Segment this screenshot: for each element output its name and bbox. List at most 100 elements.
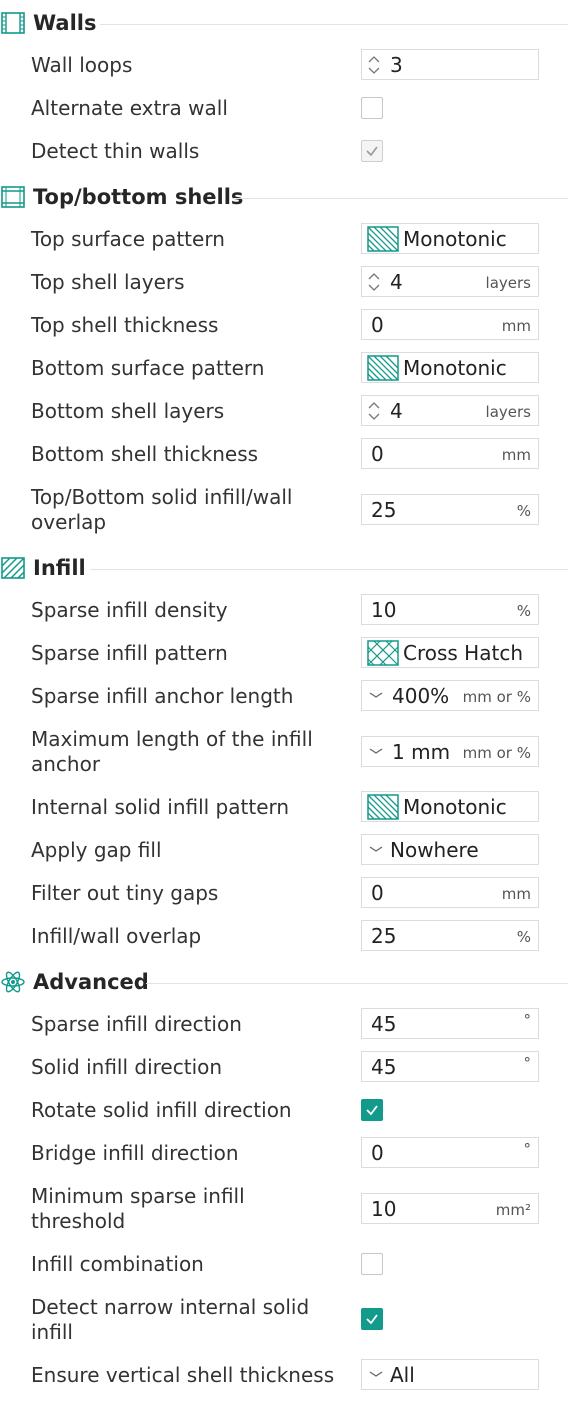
- wall-loops-input[interactable]: 3: [361, 49, 539, 80]
- gap-fill-label: Apply gap fill: [31, 838, 162, 862]
- section-shells: Top/bottom shells: [0, 176, 568, 216]
- top-surface-pattern-select[interactable]: Monotonic: [361, 223, 539, 254]
- solid-overlap-input[interactable]: 25 %: [361, 494, 539, 525]
- section-divider: [146, 983, 568, 984]
- section-advanced: Advanced: [0, 961, 568, 1001]
- sparse-direction-value: 45: [371, 1012, 397, 1036]
- solid-direction-input[interactable]: 45 °: [361, 1051, 539, 1082]
- bottom-surface-pattern-value: Monotonic: [403, 356, 507, 380]
- bridge-direction-label: Bridge infill direction: [31, 1141, 239, 1165]
- section-walls: Walls: [0, 2, 568, 42]
- bottom-shell-layers-value: 4: [390, 399, 403, 423]
- detect-narrow-label-line2: infill: [31, 1320, 73, 1344]
- top-shell-thickness-value: 0: [371, 313, 384, 337]
- detect-thin-walls-label: Detect thin walls: [31, 139, 200, 163]
- section-title-advanced: Advanced: [33, 970, 149, 994]
- max-anchor-combo[interactable]: 1 mm mm or %: [361, 736, 539, 767]
- monotonic-pattern-icon: [367, 355, 399, 381]
- bottom-surface-pattern-label: Bottom surface pattern: [31, 356, 265, 380]
- sparse-direction-input[interactable]: 45 °: [361, 1008, 539, 1039]
- detect-narrow-solid-checkbox[interactable]: [361, 1308, 383, 1330]
- sparse-density-input[interactable]: 10 %: [361, 594, 539, 625]
- top-surface-pattern-value: Monotonic: [403, 227, 507, 251]
- unit-label: °: [523, 1140, 532, 1158]
- section-title-infill: Infill: [33, 556, 86, 580]
- infill-wall-overlap-input[interactable]: 25 %: [361, 920, 539, 951]
- gap-fill-value: Nowhere: [390, 838, 479, 862]
- monotonic-pattern-icon: [367, 794, 399, 820]
- infill-combination-checkbox[interactable]: [361, 1253, 383, 1275]
- sparse-pattern-select[interactable]: Cross Hatch: [361, 637, 539, 668]
- spin-arrows-icon[interactable]: [367, 54, 381, 76]
- min-sparse-label-line2: threshold: [31, 1209, 126, 1233]
- chevron-down-icon[interactable]: [368, 743, 384, 759]
- internal-solid-pattern-value: Monotonic: [403, 795, 507, 819]
- chevron-down-icon[interactable]: [368, 1366, 384, 1382]
- detect-narrow-label-line1: Detect narrow internal solid: [31, 1295, 310, 1319]
- cross-hatch-pattern-icon: [367, 640, 399, 666]
- check-icon: [366, 1314, 378, 1325]
- bottom-shell-layers-input[interactable]: 4 layers: [361, 395, 539, 426]
- rotate-solid-checkbox[interactable]: [361, 1099, 383, 1121]
- walls-icon: [1, 12, 25, 34]
- bottom-shell-thickness-value: 0: [371, 442, 384, 466]
- max-anchor-value: 1 mm: [392, 740, 451, 764]
- infill-icon: [1, 557, 25, 579]
- unit-label: mm or %: [462, 688, 531, 706]
- vertical-shell-select[interactable]: All: [361, 1359, 539, 1390]
- wall-loops-label: Wall loops: [31, 53, 133, 77]
- section-divider: [100, 24, 568, 25]
- section-infill: Infill: [0, 547, 568, 587]
- infill-wall-overlap-value: 25: [371, 924, 397, 948]
- unit-label: mm²: [495, 1201, 531, 1219]
- solid-overlap-label-line1: Top/Bottom solid infill/wall: [31, 485, 293, 509]
- top-shell-thickness-label: Top shell thickness: [31, 313, 219, 337]
- unit-label: mm: [501, 317, 531, 335]
- chevron-down-icon[interactable]: [368, 841, 384, 857]
- shells-icon: [1, 186, 25, 208]
- bottom-shell-thickness-input[interactable]: 0 mm: [361, 438, 539, 469]
- unit-label: %: [516, 502, 531, 520]
- filter-gaps-input[interactable]: 0 mm: [361, 877, 539, 908]
- chevron-down-icon[interactable]: [368, 687, 384, 703]
- unit-label: mm or %: [462, 744, 531, 762]
- internal-solid-pattern-select[interactable]: Monotonic: [361, 791, 539, 822]
- unit-label: °: [523, 1011, 532, 1029]
- check-icon: [366, 146, 378, 157]
- solid-overlap-value: 25: [371, 498, 397, 522]
- top-shell-layers-label: Top shell layers: [31, 270, 185, 294]
- unit-label: °: [523, 1054, 532, 1072]
- max-anchor-label-line2: anchor: [31, 752, 101, 776]
- spin-arrows-icon[interactable]: [367, 271, 381, 293]
- internal-solid-pattern-label: Internal solid infill pattern: [31, 795, 290, 819]
- detect-thin-walls-checkbox[interactable]: [361, 140, 383, 162]
- monotonic-pattern-icon: [367, 226, 399, 252]
- filter-gaps-label: Filter out tiny gaps: [31, 881, 219, 905]
- unit-label: mm: [501, 446, 531, 464]
- bridge-direction-value: 0: [371, 1141, 384, 1165]
- min-sparse-threshold-input[interactable]: 10 mm²: [361, 1193, 539, 1224]
- bottom-shell-thickness-label: Bottom shell thickness: [31, 442, 259, 466]
- alternate-extra-wall-checkbox[interactable]: [361, 97, 383, 119]
- infill-wall-overlap-label: Infill/wall overlap: [31, 924, 202, 948]
- atom-icon: [1, 971, 25, 993]
- top-shell-thickness-input[interactable]: 0 mm: [361, 309, 539, 340]
- min-sparse-threshold-value: 10: [371, 1197, 397, 1221]
- bridge-direction-input[interactable]: 0 °: [361, 1137, 539, 1168]
- sparse-pattern-label: Sparse infill pattern: [31, 641, 228, 665]
- bottom-surface-pattern-select[interactable]: Monotonic: [361, 352, 539, 383]
- solid-direction-label: Solid infill direction: [31, 1055, 223, 1079]
- anchor-length-value: 400%: [392, 684, 450, 708]
- anchor-length-combo[interactable]: 400% mm or %: [361, 680, 539, 711]
- section-title-shells: Top/bottom shells: [33, 185, 244, 209]
- top-shell-layers-input[interactable]: 4 layers: [361, 266, 539, 297]
- solid-overlap-label-line2: overlap: [31, 510, 107, 534]
- top-shell-layers-value: 4: [390, 270, 403, 294]
- top-surface-pattern-label: Top surface pattern: [31, 227, 225, 251]
- spin-arrows-icon[interactable]: [367, 400, 381, 422]
- vertical-shell-label: Ensure vertical shell thickness: [31, 1363, 335, 1387]
- alternate-extra-wall-label: Alternate extra wall: [31, 96, 228, 120]
- gap-fill-select[interactable]: Nowhere: [361, 834, 539, 865]
- vertical-shell-value: All: [390, 1363, 415, 1387]
- wall-loops-value: 3: [390, 53, 403, 77]
